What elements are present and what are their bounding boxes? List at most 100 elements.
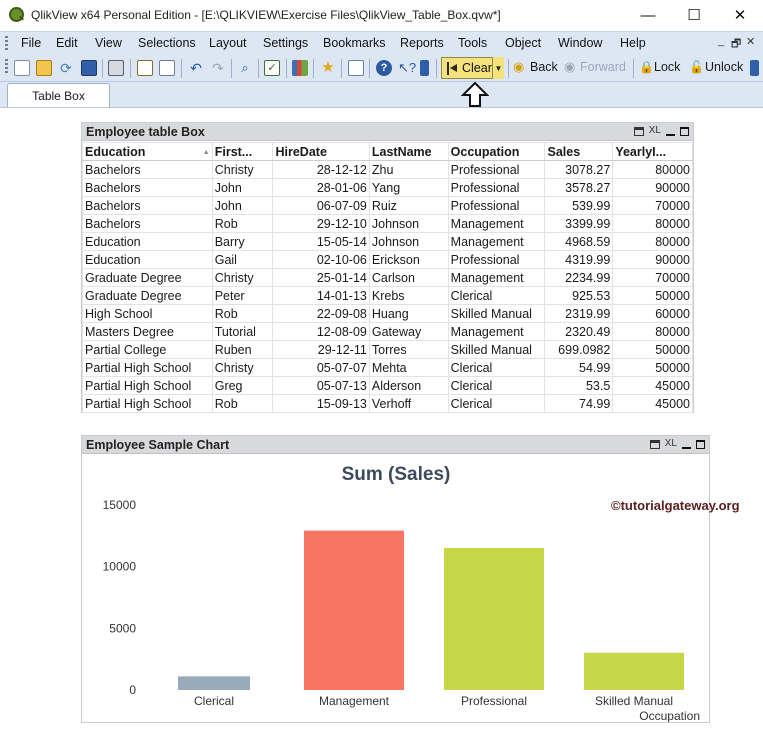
table-row[interactable]: Partial College Ruben 29-12-11 Torres Skille… <box>82 340 693 359</box>
redo-icon[interactable]: ↷ <box>210 60 226 76</box>
column-last-name-cell[interactable]: Johnson <box>368 232 449 251</box>
column-sales-cell[interactable]: 539.99 <box>544 196 614 215</box>
lock-button[interactable]: Lock <box>654 60 680 74</box>
column-first-name-cell[interactable]: Greg <box>211 376 274 395</box>
column-last-name-cell[interactable]: Carlson <box>368 268 449 287</box>
toolbar-overflow-icon[interactable] <box>420 60 429 76</box>
minimize-button[interactable]: — <box>625 0 671 30</box>
column-occupation-cell[interactable]: Management <box>447 232 546 251</box>
column-education-cell[interactable]: Partial College <box>82 340 213 359</box>
column-occupation-cell[interactable]: Professional <box>447 250 546 269</box>
table-row[interactable]: Bachelors Christy 28-12-12 Zhu Professional 3… <box>82 160 693 179</box>
column-last-name-header[interactable]: LastName <box>368 142 449 161</box>
table-box-caption[interactable]: Employee table Box XL <box>82 123 693 141</box>
column-sales-cell[interactable]: 3399.99 <box>544 214 614 233</box>
column-first-name-cell[interactable]: John <box>211 178 274 197</box>
context-help-icon[interactable]: ↖? <box>398 60 416 76</box>
column-occupation-cell[interactable]: Clerical <box>447 394 546 413</box>
comment-icon[interactable] <box>348 60 364 76</box>
column-hire-date-cell[interactable]: 25-01-14 <box>272 268 370 287</box>
menu-settings[interactable]: Settings <box>263 36 308 50</box>
column-yearly-income-cell[interactable]: 50000 <box>612 340 693 359</box>
column-first-name-cell[interactable]: Ruben <box>211 340 274 359</box>
column-hire-date-cell[interactable]: 05-07-07 <box>272 358 370 377</box>
save-icon[interactable] <box>81 60 97 76</box>
column-last-name-cell[interactable]: Krebs <box>368 286 449 305</box>
column-education-cell[interactable]: Bachelors <box>82 196 213 215</box>
forward-button[interactable]: Forward <box>580 60 626 74</box>
column-hire-date-cell[interactable]: 05-07-13 <box>272 376 370 395</box>
column-yearly-income-cell[interactable]: 80000 <box>612 322 693 341</box>
search-icon[interactable]: ⌕ <box>237 60 253 76</box>
new-document-icon[interactable] <box>14 60 30 76</box>
column-first-name-cell[interactable]: Christy <box>211 160 274 179</box>
column-first-name-cell[interactable]: Rob <box>211 214 274 233</box>
column-last-name-cell[interactable]: Johnson <box>368 214 449 233</box>
table-row[interactable]: Masters Degree Tutorial 12-08-09 Gateway Man… <box>82 322 693 341</box>
print-icon[interactable] <box>649 439 660 449</box>
maximize-button[interactable]: ☐ <box>671 0 717 30</box>
column-occupation-header[interactable]: Occupation <box>447 142 546 161</box>
print-icon[interactable] <box>108 60 124 76</box>
column-education-cell[interactable]: Partial High School <box>82 358 213 377</box>
column-last-name-cell[interactable]: Yang <box>368 178 449 197</box>
column-yearly-income-cell[interactable]: 45000 <box>612 376 693 395</box>
column-first-name-cell[interactable]: Peter <box>211 286 274 305</box>
chart-icon[interactable] <box>292 60 308 76</box>
menu-layout[interactable]: Layout <box>209 36 247 50</box>
column-sales-cell[interactable]: 3578.27 <box>544 178 614 197</box>
column-yearly-income-cell[interactable]: 90000 <box>612 178 693 197</box>
column-sales-cell[interactable]: 74.99 <box>544 394 614 413</box>
column-hire-date-cell[interactable]: 29-12-11 <box>272 340 370 359</box>
table-row[interactable]: Education Barry 15-05-14 Johnson Management 4… <box>82 232 693 251</box>
column-yearly-income-cell[interactable]: 50000 <box>612 286 693 305</box>
column-first-name-cell[interactable]: Christy <box>211 358 274 377</box>
column-sales-cell[interactable]: 3078.27 <box>544 160 614 179</box>
column-first-name-header[interactable]: First... <box>211 142 274 161</box>
table-row[interactable]: Graduate Degree Peter 14-01-13 Krebs Clerica… <box>82 286 693 305</box>
column-last-name-cell[interactable]: Verhoff <box>368 394 449 413</box>
menu-window[interactable]: Window <box>558 36 602 50</box>
column-last-name-cell[interactable]: Zhu <box>368 160 449 179</box>
column-hire-date-cell[interactable]: 06-07-09 <box>272 196 370 215</box>
table-row[interactable]: Bachelors John 06-07-09 Ruiz Professional 539… <box>82 196 693 215</box>
column-hire-date-cell[interactable]: 28-01-06 <box>272 178 370 197</box>
column-first-name-cell[interactable]: Rob <box>211 304 274 323</box>
column-education-cell[interactable]: Masters Degree <box>82 322 213 341</box>
open-folder-icon[interactable] <box>36 60 52 76</box>
table-row[interactable]: Partial High School Greg 05-07-13 Alderson C… <box>82 376 693 395</box>
menu-reports[interactable]: Reports <box>400 36 444 50</box>
column-yearly-income-cell[interactable]: 90000 <box>612 250 693 269</box>
column-last-name-cell[interactable]: Mehta <box>368 358 449 377</box>
table-row[interactable]: High School Rob 22-09-08 Huang Skilled Manua… <box>82 304 693 323</box>
column-yearly-income-cell[interactable]: 70000 <box>612 268 693 287</box>
unlock-button[interactable]: Unlock <box>705 60 743 74</box>
help-icon[interactable]: ? <box>376 60 392 76</box>
column-sales-cell[interactable]: 699.0982 <box>544 340 614 359</box>
column-occupation-cell[interactable]: Skilled Manual <box>447 304 546 323</box>
column-occupation-cell[interactable]: Professional <box>447 160 546 179</box>
column-education-cell[interactable]: Graduate Degree <box>82 286 213 305</box>
maximize-icon[interactable] <box>680 126 689 136</box>
mdi-minimize-icon[interactable]: _ <box>718 35 724 47</box>
column-yearly-income-cell[interactable]: 70000 <box>612 196 693 215</box>
maximize-icon[interactable] <box>696 439 705 449</box>
mdi-restore-icon[interactable]: 🗗 <box>731 35 741 54</box>
column-education-cell[interactable]: Bachelors <box>82 178 213 197</box>
column-sales-cell[interactable]: 2234.99 <box>544 268 614 287</box>
column-occupation-cell[interactable]: Management <box>447 322 546 341</box>
menu-object[interactable]: Object <box>505 36 541 50</box>
clear-dropdown-button[interactable]: ▼ <box>492 57 504 79</box>
toolbar-overflow-icon[interactable] <box>750 60 759 76</box>
column-hire-date-cell[interactable]: 15-09-13 <box>272 394 370 413</box>
column-education-cell[interactable]: Graduate Degree <box>82 268 213 287</box>
menu-tools[interactable]: Tools <box>458 36 487 50</box>
minimize-icon[interactable] <box>682 446 691 449</box>
column-yearly-income-header[interactable]: YearlyI... <box>612 142 693 161</box>
column-yearly-income-cell[interactable]: 60000 <box>612 304 693 323</box>
table-row[interactable]: Partial High School Rob 15-09-13 Verhoff Cle… <box>82 394 693 413</box>
column-hire-date-cell[interactable]: 12-08-09 <box>272 322 370 341</box>
column-education-cell[interactable]: High School <box>82 304 213 323</box>
back-button[interactable]: Back <box>530 60 558 74</box>
menu-help[interactable]: Help <box>620 36 646 50</box>
